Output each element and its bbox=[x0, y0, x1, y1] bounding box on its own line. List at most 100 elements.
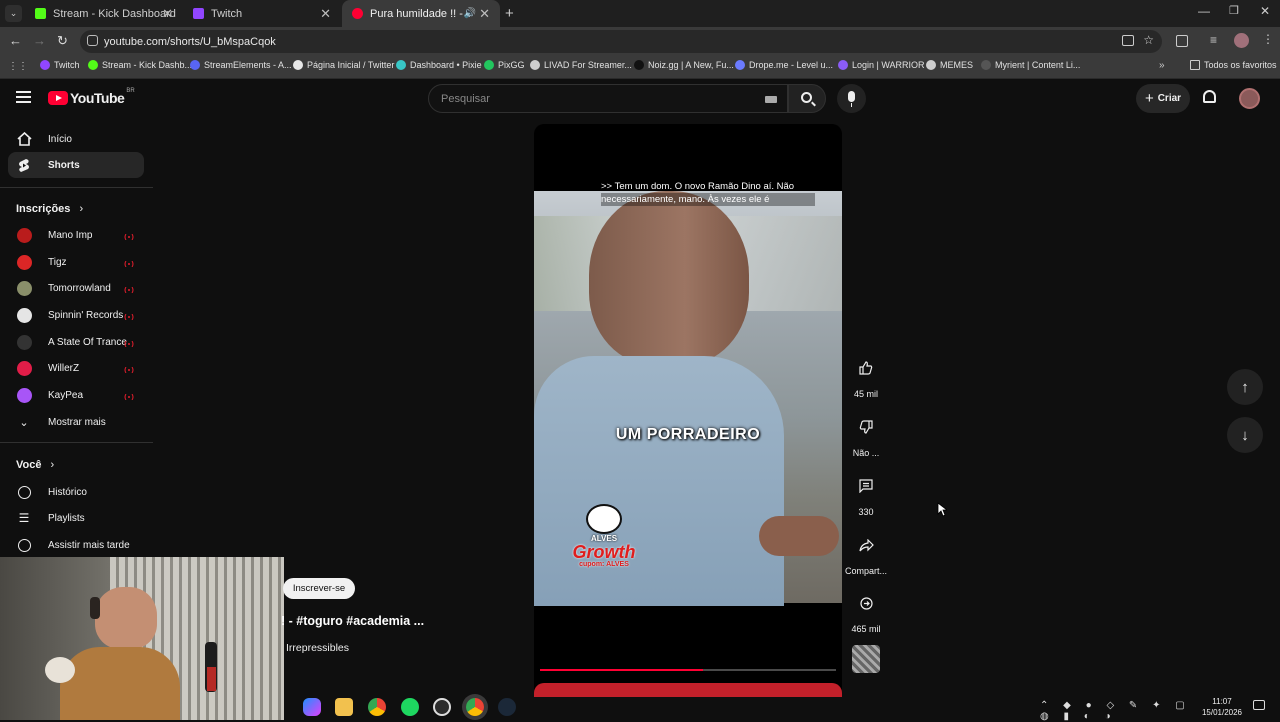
bookmark-label: Drope.me - Level u... bbox=[749, 60, 834, 70]
subscriptions-heading[interactable]: Inscrições › bbox=[16, 203, 83, 215]
bookmark-item[interactable]: Stream - Kick Dashb... bbox=[88, 60, 192, 70]
bookmark-item[interactable]: MEMES bbox=[926, 60, 973, 70]
all-bookmarks-folder[interactable]: Todos os favoritos bbox=[1190, 60, 1277, 70]
bookmark-item[interactable]: LIVAD For Streamer... bbox=[530, 60, 632, 70]
chrome-active-icon[interactable] bbox=[466, 698, 484, 716]
caption-line-2: necessariamente, mano. Às vezes ele é bbox=[601, 193, 815, 206]
bookmark-item[interactable]: Dashboard • Pixie bbox=[396, 60, 482, 70]
webcam-overlay bbox=[0, 557, 284, 720]
extensions-icon[interactable] bbox=[1176, 35, 1188, 47]
progress-track[interactable] bbox=[540, 669, 836, 671]
bookmark-item[interactable]: Myrient | Content Li... bbox=[981, 60, 1080, 70]
search-input[interactable]: Pesquisar bbox=[441, 93, 490, 105]
comments-button[interactable]: 330 bbox=[843, 471, 889, 517]
like-button[interactable]: 45 mil bbox=[843, 353, 889, 399]
subscription-label: Spinnin' Records bbox=[48, 309, 124, 321]
subscription-item[interactable]: Mano Imp bbox=[8, 222, 144, 248]
steam-icon[interactable] bbox=[498, 698, 516, 716]
sound-thumbnail[interactable] bbox=[852, 645, 880, 673]
media-controls-icon[interactable]: ≡ bbox=[1210, 33, 1217, 47]
more-bookmarks-icon[interactable]: » bbox=[1159, 60, 1165, 71]
bookmark-item[interactable]: Login | WARRIOR bbox=[838, 60, 925, 70]
bookmark-label: Dashboard • Pixie bbox=[410, 60, 482, 70]
dislike-label: Não ... bbox=[852, 448, 880, 458]
close-tab-icon[interactable]: ✕ bbox=[162, 6, 173, 22]
guide-menu-icon[interactable] bbox=[16, 91, 31, 103]
profile-avatar-icon[interactable] bbox=[1234, 33, 1249, 48]
keyboard-icon[interactable] bbox=[765, 96, 777, 103]
browser-tab-kick[interactable]: Stream - Kick Dashboard ✕ bbox=[25, 0, 183, 27]
bookmark-item[interactable]: Drope.me - Level u... bbox=[735, 60, 833, 70]
create-button[interactable]: + Criar bbox=[1136, 84, 1190, 113]
short-channel[interactable]: Irrepressibles bbox=[286, 642, 349, 654]
bookmark-item[interactable]: Página Inicial / Twitter bbox=[293, 60, 394, 70]
notifications-bell-icon[interactable] bbox=[1203, 90, 1216, 103]
minimize-window-icon[interactable]: — bbox=[1198, 4, 1210, 18]
audio-playing-icon[interactable]: 🔊 bbox=[464, 8, 476, 19]
browser-tab-twitch[interactable]: Twitch ✕ bbox=[183, 0, 341, 27]
share-button[interactable]: Compart... bbox=[843, 530, 889, 576]
close-tab-icon[interactable]: ✕ bbox=[320, 6, 331, 22]
voice-search-button[interactable] bbox=[837, 84, 866, 113]
tab-search-button[interactable]: ⌄ bbox=[5, 5, 22, 22]
obs-icon[interactable] bbox=[433, 698, 451, 716]
arrow-up-icon: ↑ bbox=[1241, 378, 1249, 396]
chrome-icon[interactable] bbox=[368, 698, 386, 716]
bookmark-star-icon[interactable]: ☆ bbox=[1143, 33, 1154, 47]
sidebar-item-history[interactable]: Histórico bbox=[8, 479, 144, 505]
short-video-player[interactable]: >> Tem um dom. O novo Ramão Dino aí. Não… bbox=[534, 124, 842, 690]
dislike-icon bbox=[851, 412, 881, 442]
subscription-item[interactable]: KayPea bbox=[8, 382, 144, 408]
search-button[interactable] bbox=[788, 84, 826, 113]
file-explorer-icon[interactable] bbox=[335, 698, 353, 716]
remix-button[interactable]: 465 mil bbox=[843, 588, 889, 634]
subscription-item[interactable]: WillerZ bbox=[8, 355, 144, 381]
site-info-icon[interactable] bbox=[87, 35, 98, 46]
subscription-item[interactable]: Spinnin' Records bbox=[8, 302, 144, 328]
you-heading[interactable]: Você › bbox=[16, 459, 54, 471]
live-indicator-icon bbox=[124, 339, 134, 348]
browser-menu-icon[interactable]: ⋮ bbox=[1262, 32, 1274, 46]
bookmark-item[interactable]: Noiz.gg | A New, Fu... bbox=[634, 60, 734, 70]
browser-tab-youtube[interactable]: Pura humildade !! - #togur 🔊 ✕ bbox=[342, 0, 500, 27]
sidebar-item-home[interactable]: Início bbox=[8, 126, 144, 152]
remix-icon bbox=[851, 588, 881, 618]
forward-icon[interactable]: → bbox=[33, 33, 46, 48]
sidebar-item-watch-later[interactable]: Assistir mais tarde bbox=[8, 532, 144, 558]
apps-grid-icon[interactable]: ⋮⋮ bbox=[8, 61, 28, 72]
restore-window-icon[interactable]: ❐ bbox=[1229, 4, 1239, 17]
search-box[interactable]: Pesquisar bbox=[428, 84, 788, 113]
spotify-icon[interactable] bbox=[401, 698, 419, 716]
short-title[interactable]: ! - #toguro #academia ... bbox=[281, 614, 424, 628]
subscription-item[interactable]: Tomorrowland bbox=[8, 275, 144, 301]
youtube-logo[interactable]: YouTube BR bbox=[48, 88, 135, 106]
clock[interactable]: 11:07 15/01/2026 bbox=[1196, 696, 1248, 718]
reload-icon[interactable]: ↻ bbox=[57, 33, 68, 49]
close-tab-icon[interactable]: ✕ bbox=[479, 6, 490, 22]
account-avatar[interactable] bbox=[1239, 88, 1260, 109]
previous-short-button[interactable]: ↑ bbox=[1227, 369, 1263, 405]
live-indicator-icon bbox=[124, 312, 134, 321]
dislike-button[interactable]: Não ... bbox=[843, 412, 889, 458]
show-more-button[interactable]: ⌄ Mostrar mais bbox=[8, 409, 144, 435]
subscription-item[interactable]: Tigz bbox=[8, 249, 144, 275]
notification-center-icon[interactable] bbox=[1253, 700, 1265, 710]
install-app-icon[interactable] bbox=[1122, 35, 1134, 46]
next-short-preview[interactable] bbox=[534, 683, 842, 697]
next-short-button[interactable]: ↓ bbox=[1227, 417, 1263, 453]
sidebar-item-playlists[interactable]: ☰ Playlists bbox=[8, 505, 144, 531]
bookmark-item[interactable]: StreamElements - A... bbox=[190, 60, 292, 70]
new-tab-button[interactable]: + bbox=[505, 5, 514, 22]
subscription-item[interactable]: A State Of Trance bbox=[8, 329, 144, 355]
sidebar-divider bbox=[0, 442, 153, 443]
clock-date: 15/01/2026 bbox=[1201, 708, 1243, 717]
copilot-icon[interactable] bbox=[303, 698, 321, 716]
close-window-icon[interactable]: ✕ bbox=[1260, 4, 1270, 18]
system-tray[interactable]: ⌃ ◆ ● ◇ ✎ ✦ ▢ ◍ ▮ ◐ ◑ bbox=[1040, 700, 1200, 722]
sidebar-item-shorts[interactable]: Shorts bbox=[8, 152, 144, 178]
bookmark-item[interactable]: Twitch bbox=[40, 60, 80, 70]
address-bar[interactable]: youtube.com/shorts/U_bMspaCqok ☆ bbox=[80, 30, 1162, 53]
subscribe-button[interactable]: Inscrever-se bbox=[283, 578, 355, 599]
bookmark-item[interactable]: PixGG bbox=[484, 60, 525, 70]
back-icon[interactable]: ← bbox=[9, 33, 22, 48]
